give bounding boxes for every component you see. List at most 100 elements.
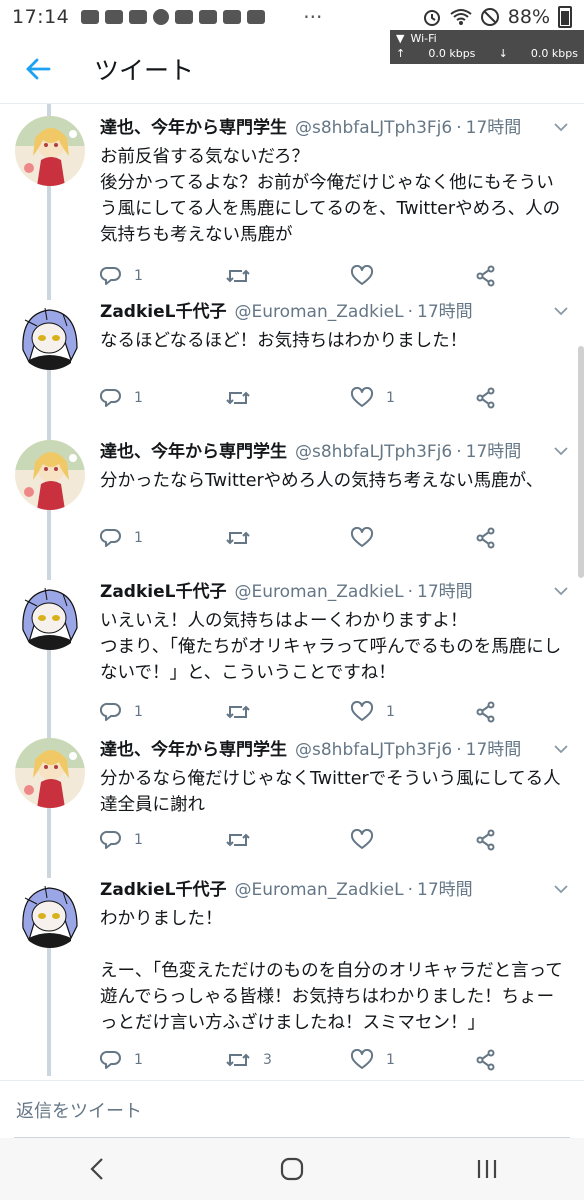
display-name[interactable]: ZadkieL千代子 <box>100 300 226 324</box>
retweet-button[interactable] <box>225 265 350 287</box>
reply-button[interactable]: 1 <box>100 265 225 287</box>
chevron-down-icon <box>554 744 568 753</box>
tweet[interactable]: 達也、今年から専門学生 @s8hbfaLJTph3Fj6 · 17時間 お前反省… <box>0 104 584 288</box>
avatar[interactable] <box>15 878 85 948</box>
reply-icon <box>100 266 121 285</box>
tweet-actions: 1 1 <box>100 380 564 416</box>
retweet-button[interactable] <box>225 527 350 549</box>
retweet-button[interactable]: 3 <box>225 1049 350 1071</box>
user-handle[interactable]: @Euroman_ZadkieL <box>234 878 403 902</box>
like-button[interactable] <box>350 265 475 287</box>
share-button[interactable] <box>475 1049 509 1071</box>
reply-icon <box>100 830 121 849</box>
reply-button[interactable]: 1 <box>100 387 225 409</box>
scrollbar[interactable] <box>578 346 584 578</box>
notification-icon <box>105 10 124 24</box>
user-handle[interactable]: @Euroman_ZadkieL <box>234 300 403 324</box>
retweet-button[interactable] <box>225 829 350 851</box>
user-handle[interactable]: @s8hbfaLJTph3Fj6 <box>295 440 452 464</box>
chevron-down-icon <box>554 446 568 455</box>
like-button[interactable] <box>350 829 475 851</box>
tweet-menu-button[interactable] <box>552 740 570 758</box>
display-name[interactable]: ZadkieL千代子 <box>100 580 226 604</box>
reply-button[interactable]: 1 <box>100 527 225 549</box>
tweet[interactable]: ZadkieL千代子 @Euroman_ZadkieL · 17時間 いえいえ！… <box>0 568 584 726</box>
user-handle[interactable]: @s8hbfaLJTph3Fj6 <box>295 116 452 140</box>
display-name[interactable]: 達也、今年から専門学生 <box>100 116 287 140</box>
avatar[interactable] <box>15 440 85 510</box>
like-button[interactable]: 1 <box>350 701 475 723</box>
reply-button[interactable]: 1 <box>100 1049 225 1071</box>
avatar[interactable] <box>15 580 85 650</box>
share-button[interactable] <box>475 527 509 549</box>
back-arrow-icon <box>26 58 51 79</box>
battery-percent: 88% <box>507 6 550 28</box>
alarm-icon <box>423 10 440 26</box>
nav-back-button[interactable] <box>57 1144 137 1194</box>
nav-recents-button[interactable] <box>447 1144 527 1194</box>
tweet-time[interactable]: 17時間 <box>466 116 522 140</box>
tweet-menu-button[interactable] <box>552 880 570 898</box>
notification-icon <box>153 9 170 25</box>
notification-icons <box>81 9 266 25</box>
tweet[interactable]: 達也、今年から専門学生 @s8hbfaLJTph3Fj6 · 17時間 分かるな… <box>0 726 584 866</box>
like-button[interactable]: 1 <box>350 1049 475 1071</box>
avatar[interactable] <box>15 116 85 186</box>
tweet-time[interactable]: 17時間 <box>466 738 522 762</box>
reply-icon <box>100 1050 121 1069</box>
avatar[interactable] <box>15 300 85 370</box>
display-name[interactable]: 達也、今年から専門学生 <box>100 440 287 464</box>
like-count: 1 <box>386 390 395 406</box>
tweet[interactable]: ZadkieL千代子 @Euroman_ZadkieL · 17時間 なるほどな… <box>0 288 584 428</box>
thread-line <box>47 650 51 726</box>
avatar-girl-image <box>15 440 85 510</box>
reply-composer[interactable]: 返信をツイート <box>0 1080 584 1138</box>
retweet-icon <box>226 391 250 405</box>
share-button[interactable] <box>475 387 509 409</box>
tweet-time[interactable]: 17時間 <box>417 878 473 902</box>
chevron-left-icon <box>90 1158 104 1180</box>
display-name[interactable]: 達也、今年から専門学生 <box>100 738 287 762</box>
like-count: 1 <box>386 704 395 720</box>
like-button[interactable] <box>350 527 475 549</box>
tweet[interactable]: 達也、今年から専門学生 @s8hbfaLJTph3Fj6 · 17時間 分かった… <box>0 428 584 568</box>
wifi-icon <box>450 9 472 25</box>
reply-button[interactable]: 1 <box>100 701 225 723</box>
retweet-button[interactable] <box>225 387 350 409</box>
tweet-menu-button[interactable] <box>552 442 570 460</box>
retweet-icon <box>226 269 250 283</box>
app-header: ツイート <box>0 34 584 104</box>
tweet-time[interactable]: 17時間 <box>417 300 473 324</box>
avatar[interactable] <box>15 738 85 808</box>
tweet[interactable]: ZadkieL千代子 @Euroman_ZadkieL · 17時間 わかりまし… <box>0 866 584 1076</box>
retweet-button[interactable] <box>225 701 350 723</box>
thread-line <box>47 370 51 428</box>
user-handle[interactable]: @s8hbfaLJTph3Fj6 <box>295 738 452 762</box>
battery-icon <box>558 6 572 28</box>
thread-line <box>47 568 51 580</box>
do-not-disturb-icon <box>480 8 499 26</box>
reply-button[interactable]: 1 <box>100 829 225 851</box>
share-button[interactable] <box>475 265 509 287</box>
share-button[interactable] <box>475 701 509 723</box>
user-handle[interactable]: @Euroman_ZadkieL <box>234 580 403 604</box>
tweet-time[interactable]: 17時間 <box>417 580 473 604</box>
tweet-time[interactable]: 17時間 <box>466 440 522 464</box>
display-name[interactable]: ZadkieL千代子 <box>100 878 226 902</box>
tweet-actions: 1 1 <box>100 694 564 730</box>
tweet-menu-button[interactable] <box>552 118 570 136</box>
retweet-icon <box>226 705 250 719</box>
tweet-text: 分かるなら俺だけじゃなくTwitterでそういう風にしてる人達全員に謝れ <box>100 769 561 815</box>
share-icon <box>476 1049 495 1071</box>
avatar-blue-hair-image <box>15 300 85 370</box>
tweet-menu-button[interactable] <box>552 582 570 600</box>
youtube-icon <box>199 10 218 24</box>
reply-input-placeholder[interactable]: 返信をツイート <box>16 1097 142 1123</box>
tweet-menu-button[interactable] <box>552 302 570 320</box>
meta-separator: · <box>407 302 414 322</box>
meta-separator: · <box>456 442 462 462</box>
share-button[interactable] <box>475 829 509 851</box>
like-button[interactable]: 1 <box>350 387 475 409</box>
back-button[interactable] <box>18 49 58 89</box>
nav-home-button[interactable] <box>252 1144 332 1194</box>
